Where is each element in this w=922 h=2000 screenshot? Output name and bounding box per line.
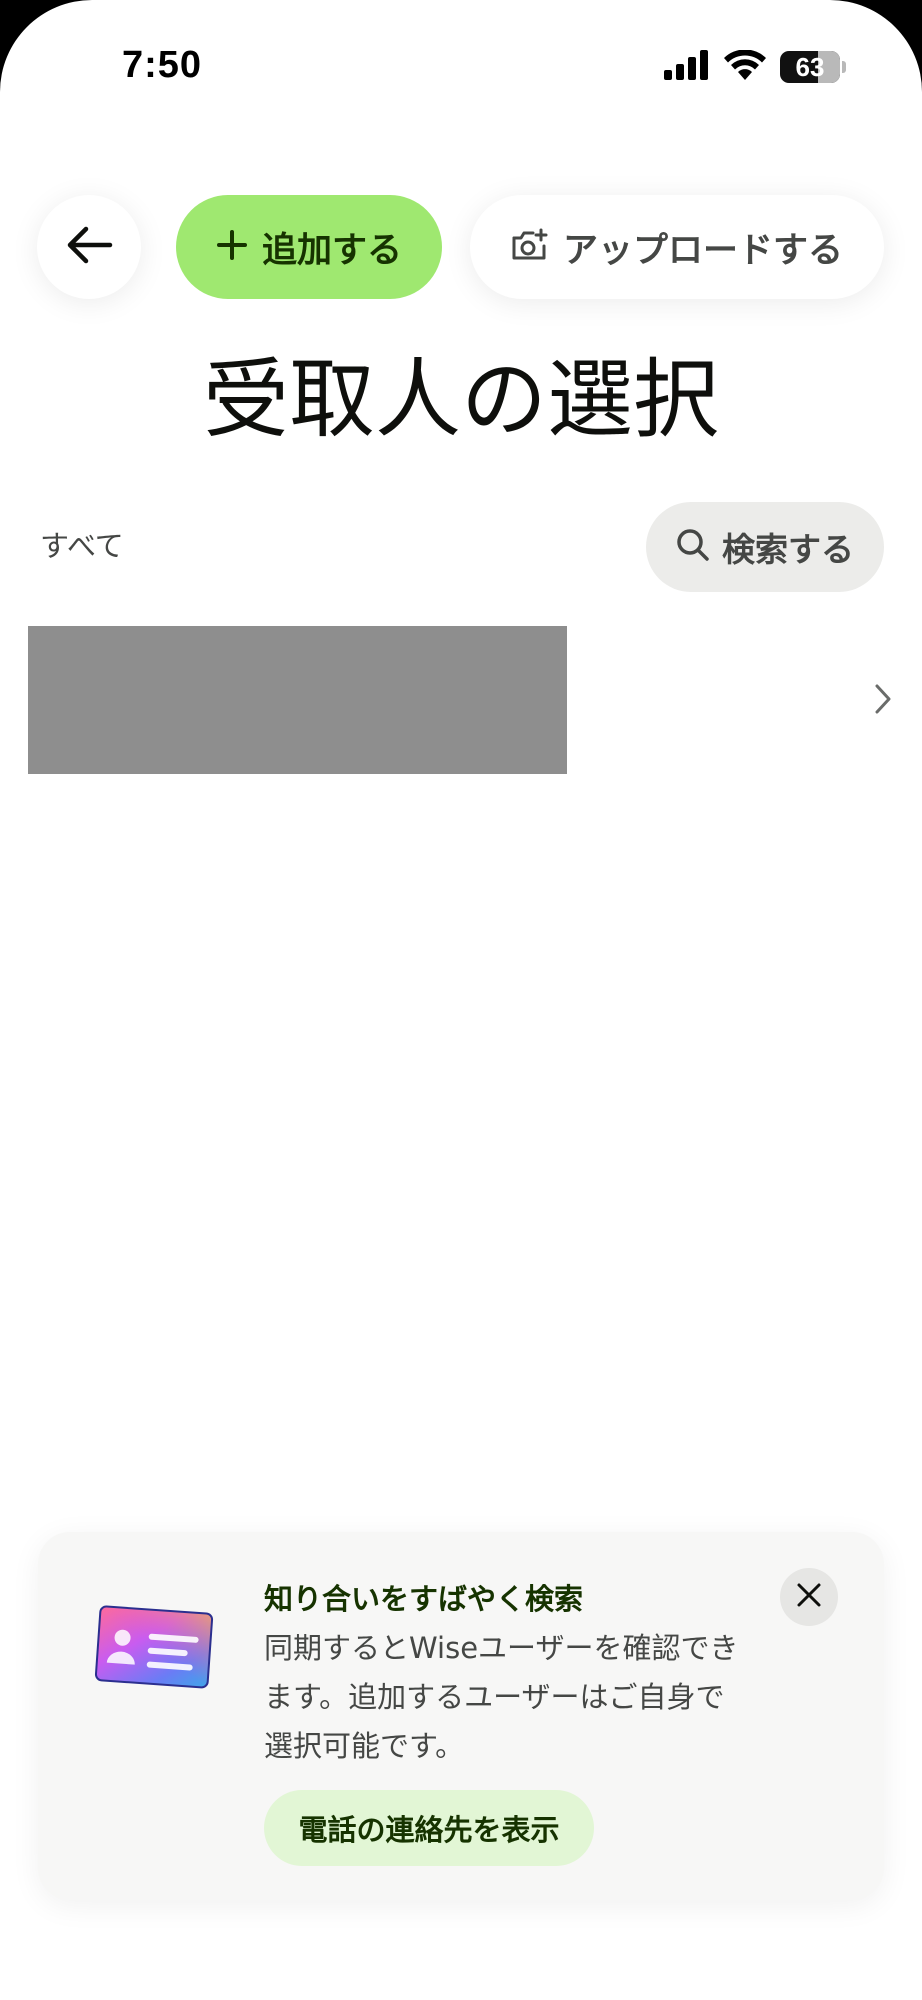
plus-icon xyxy=(216,229,248,265)
status-time: 7:50 xyxy=(122,44,203,86)
search-button[interactable]: 検索する xyxy=(646,502,884,592)
show-phone-contacts-button[interactable]: 電話の連絡先を表示 xyxy=(264,1790,594,1866)
search-button-label: 検索する xyxy=(722,530,854,569)
page-title: 受取人の選択 xyxy=(203,350,719,450)
back-button[interactable] xyxy=(37,195,141,299)
chevron-right-icon xyxy=(872,682,894,720)
recipient-row[interactable] xyxy=(28,626,894,774)
cellular-signal-icon xyxy=(664,50,710,84)
redacted-recipient-info xyxy=(28,626,567,774)
close-card-button[interactable] xyxy=(780,1568,838,1626)
sync-contacts-card: 知り合いをすばやく検索 同期するとWiseユーザーを確認できます。追加するユーザ… xyxy=(38,1532,884,1900)
search-icon xyxy=(676,528,710,566)
camera-plus-icon xyxy=(511,228,549,266)
toolbar: 追加する アップロードする xyxy=(0,195,922,299)
add-button-label: 追加する xyxy=(261,230,402,271)
filter-all-label: すべて xyxy=(40,529,124,563)
arrow-left-icon xyxy=(64,225,114,269)
sync-card-body: 同期するとWiseユーザーを確認できます。追加するユーザーはご自身で選択可能です… xyxy=(264,1631,739,1763)
battery-nub xyxy=(842,61,846,73)
app-screen: 7:50 63 追加する アップロードする 受取人の選択 すべて 検索する 知り… xyxy=(0,0,922,2000)
upload-button[interactable]: アップロードする xyxy=(470,195,884,299)
wifi-icon xyxy=(724,49,766,84)
sync-card-title: 知り合いをすばやく検索 xyxy=(264,1582,584,1616)
close-icon xyxy=(795,1581,823,1613)
contact-card-illustration xyxy=(92,1602,218,1692)
show-contacts-label: 電話の連絡先を表示 xyxy=(298,1813,560,1847)
battery-level: 63 xyxy=(795,51,825,82)
upload-button-label: アップロードする xyxy=(562,230,843,271)
battery-icon: 63 xyxy=(780,51,840,83)
status-icons: 63 xyxy=(664,49,846,84)
status-bar: 7:50 63 xyxy=(0,0,922,130)
add-recipient-button[interactable]: 追加する xyxy=(176,195,442,299)
